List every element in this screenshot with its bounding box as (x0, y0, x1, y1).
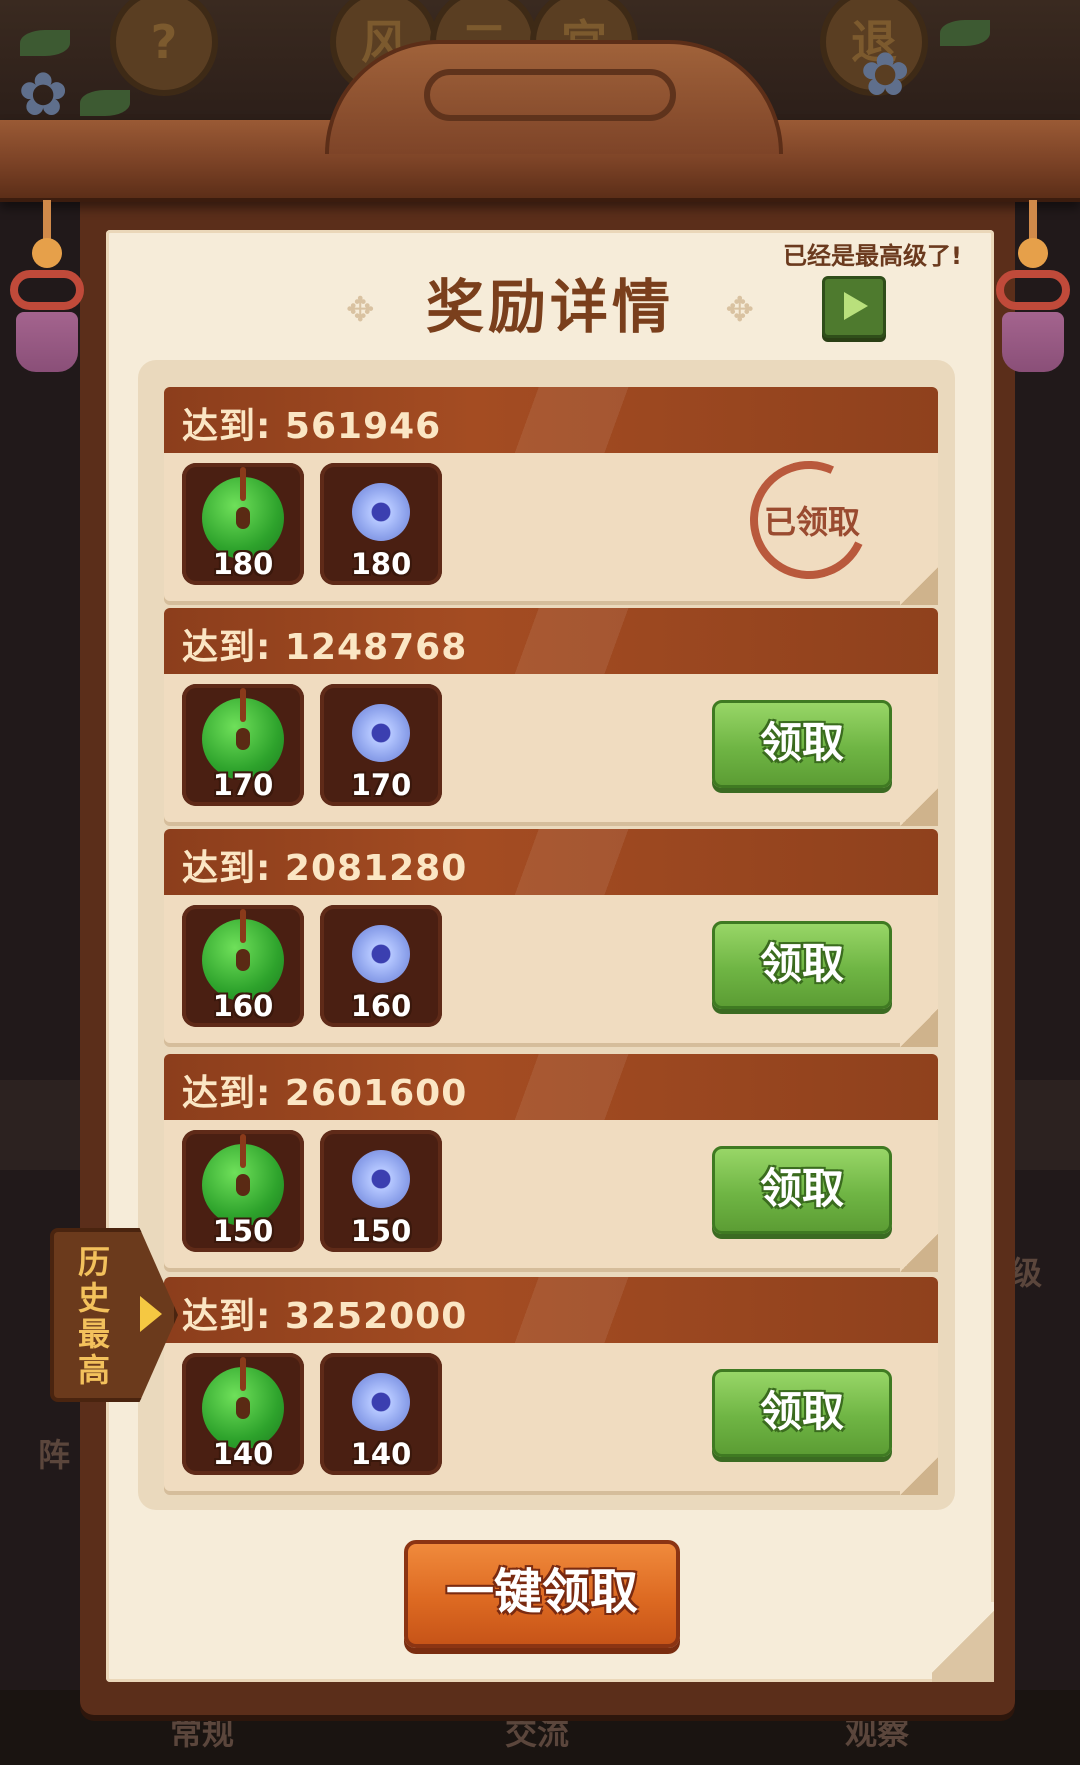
reward-detail-panel: ✥ ✥ 奖励详情 已经是最高级了! 达到: 561946 180 180 已领取… (106, 230, 994, 1682)
row-fold (900, 1009, 938, 1047)
reward-row-body: 180 180 已领取 (164, 444, 938, 605)
claim-button[interactable]: 领取 (712, 700, 892, 788)
reward-item: 180 (182, 463, 304, 585)
reward-row-body: 160 160 领取 (164, 895, 938, 1047)
reward-row-body: 170 170 领取 (164, 674, 938, 826)
scroll-rod-cap (325, 40, 783, 154)
item-count: 150 (212, 1214, 274, 1248)
item-count: 160 (212, 989, 274, 1023)
blue-gem-icon (352, 1373, 410, 1431)
blue-gem-icon (352, 925, 410, 983)
row-fold (900, 1457, 938, 1495)
max-level-note: 已经是最高级了! (783, 242, 962, 270)
reward-item: 140 (320, 1353, 442, 1475)
reward-item: 150 (182, 1130, 304, 1252)
row-fold (900, 788, 938, 826)
reward-row-header: 达到: 1248768 (164, 608, 938, 674)
blue-gem-icon (352, 1150, 410, 1208)
row-fold (900, 567, 938, 605)
leaf-decoration (940, 20, 990, 46)
paper-curl (932, 1602, 994, 1682)
play-button[interactable] (822, 276, 886, 338)
reward-row: 达到: 3252000 140 140 领取 (164, 1277, 938, 1495)
arrow-right-icon (140, 1296, 162, 1332)
threshold-label: 达到: 3252000 (182, 1296, 468, 1337)
claimed-label: 已领取 (763, 503, 860, 541)
leaf-decoration (80, 90, 130, 116)
reward-item: 160 (182, 905, 304, 1027)
history-tab-label: 历史最高 (77, 1243, 110, 1389)
claim-button[interactable]: 领取 (712, 1369, 892, 1457)
flower-decoration-icon: ✿ (860, 40, 911, 110)
item-count: 170 (212, 768, 274, 802)
reward-row-header: 达到: 3252000 (164, 1277, 938, 1343)
blue-gem-icon (352, 483, 410, 541)
blue-gem-icon (352, 704, 410, 762)
reward-row-header: 达到: 2081280 (164, 829, 938, 895)
reward-item: 160 (320, 905, 442, 1027)
reward-item: 140 (182, 1353, 304, 1475)
reward-item: 150 (320, 1130, 442, 1252)
reward-row-header: 达到: 561946 (164, 387, 938, 453)
reward-item: 170 (320, 684, 442, 806)
reward-row: 达到: 561946 180 180 已领取 (164, 387, 938, 605)
item-count: 180 (212, 547, 274, 581)
threshold-label: 达到: 1248768 (182, 627, 468, 668)
threshold-label: 达到: 2601600 (182, 1073, 468, 1114)
threshold-label: 达到: 2081280 (182, 848, 468, 889)
claim-all-button[interactable]: 一键领取 (404, 1540, 680, 1648)
reward-row: 达到: 1248768 170 170 领取 (164, 608, 938, 826)
row-fold (900, 1234, 938, 1272)
leaf-decoration (20, 30, 70, 56)
reward-row-body: 140 140 领取 (164, 1343, 938, 1495)
play-icon (844, 292, 868, 320)
claim-button[interactable]: 领取 (712, 921, 892, 1009)
reward-row: 达到: 2601600 150 150 领取 (164, 1054, 938, 1272)
item-count: 170 (350, 768, 412, 802)
item-count: 150 (350, 1214, 412, 1248)
item-count: 160 (350, 989, 412, 1023)
reward-row: 达到: 2081280 160 160 领取 (164, 829, 938, 1047)
item-count: 180 (350, 547, 412, 581)
tassel-decoration-right (988, 200, 1078, 380)
threshold-label: 达到: 561946 (182, 406, 442, 447)
item-count: 140 (212, 1437, 274, 1471)
reward-row-body: 150 150 领取 (164, 1120, 938, 1272)
reward-row-header: 达到: 2601600 (164, 1054, 938, 1120)
item-count: 140 (350, 1437, 412, 1471)
reward-item: 180 (320, 463, 442, 585)
tassel-decoration-left (2, 200, 92, 380)
reward-item: 170 (182, 684, 304, 806)
claim-button[interactable]: 领取 (712, 1146, 892, 1234)
background-side-text-left: 阵 (38, 1436, 71, 1474)
